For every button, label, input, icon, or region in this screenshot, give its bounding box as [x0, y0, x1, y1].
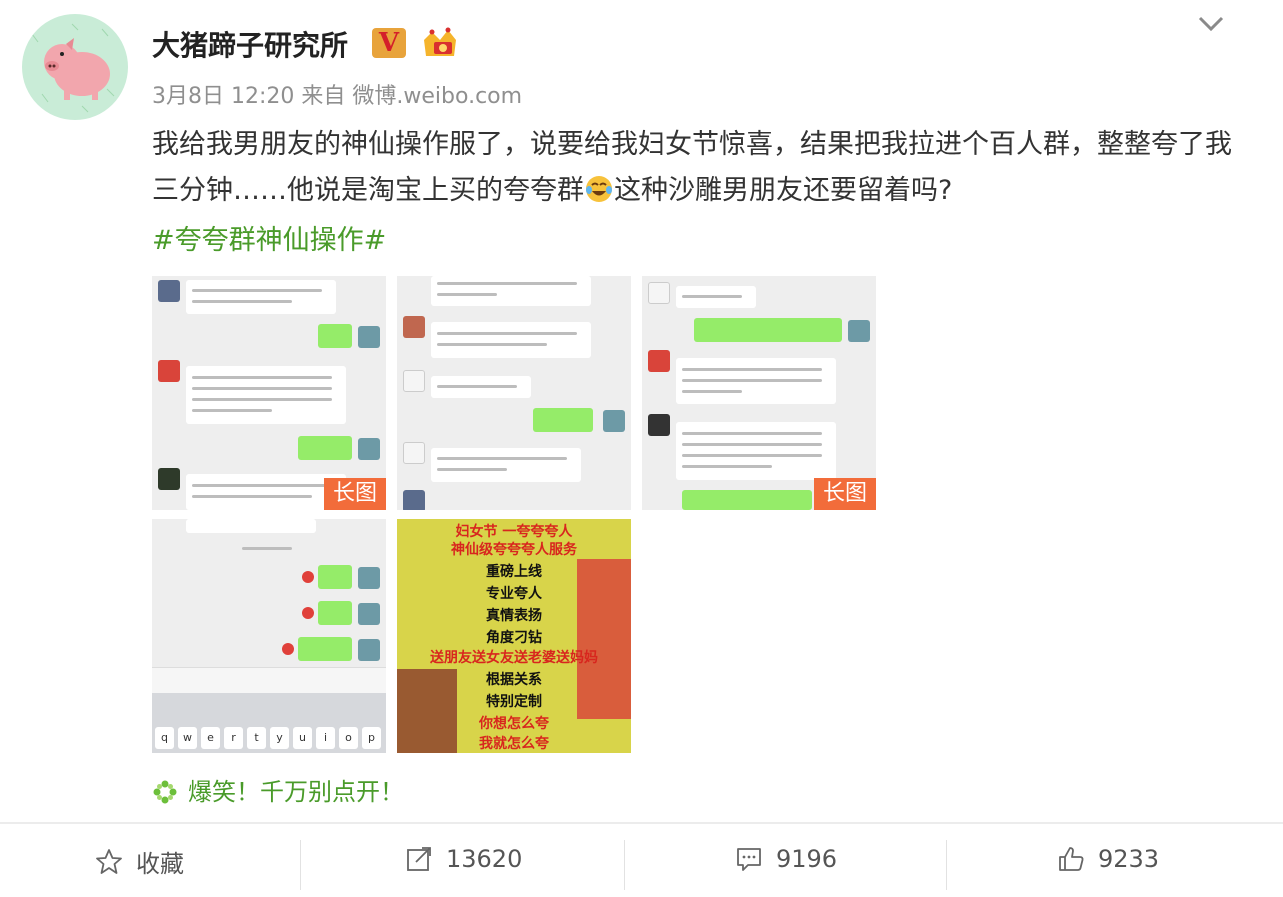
like-count: 9233	[1098, 845, 1160, 873]
action-separator	[946, 840, 947, 890]
repost-button[interactable]: 13620	[404, 844, 522, 874]
chat-bubble	[298, 637, 352, 661]
post-meta: 3月8日 12:20 来自 微博.weibo.com	[152, 78, 522, 110]
chat-bubble	[298, 436, 352, 460]
favorite-label: 收藏	[136, 850, 184, 878]
image-thumbnail-3[interactable]: 长图	[642, 276, 876, 510]
chat-avatar	[648, 414, 670, 436]
star-icon	[96, 848, 122, 874]
chat-bubble	[431, 376, 531, 398]
chat-bubble	[186, 474, 346, 510]
chat-bubble	[694, 318, 842, 342]
footer-note-text: 爆笑！千万别点开！	[188, 778, 404, 806]
footer-note[interactable]: 爆笑！千万别点开！	[152, 772, 404, 807]
chat-bubble	[431, 322, 591, 358]
username[interactable]: 大猪蹄子研究所	[152, 24, 348, 64]
laughing-tears-emoji-icon	[586, 176, 612, 202]
chat-avatar	[158, 468, 180, 490]
chat-bubble	[682, 490, 812, 510]
long-image-badge: 长图	[324, 478, 386, 510]
chat-avatar	[603, 410, 625, 432]
chat-avatar	[358, 567, 380, 589]
chat-avatar	[848, 320, 870, 342]
image-thumbnail-4[interactable]: qw er ty ui op	[152, 519, 386, 753]
chat-bubble	[676, 422, 836, 480]
hashtag-link[interactable]: #夸夸群神仙操作#	[152, 218, 386, 257]
error-dot-icon	[302, 571, 314, 583]
repost-count: 13620	[446, 845, 523, 873]
chat-avatar	[358, 438, 380, 460]
keyboard: qw er ty ui op	[152, 693, 386, 753]
chevron-down-icon[interactable]	[1196, 12, 1226, 36]
image-thumbnail-5[interactable]: 妇女节 一夸夸夸人 神仙级夸夸夸人服务 重磅上线 专业夸人 真情表扬 角度刁钻 …	[397, 519, 631, 753]
chat-avatar	[403, 370, 425, 392]
chat-timestamp	[242, 547, 292, 550]
image-thumbnail-2[interactable]	[397, 276, 631, 510]
chat-avatar	[648, 350, 670, 372]
error-dot-icon	[302, 607, 314, 619]
chat-avatar	[358, 603, 380, 625]
chat-input-bar	[152, 667, 386, 693]
chat-bubble	[186, 280, 336, 314]
chat-bubble	[676, 358, 836, 404]
chat-avatar	[158, 280, 180, 302]
repost-icon	[407, 847, 431, 871]
verified-v-icon: V	[372, 28, 406, 58]
source-prefix: 来自	[301, 84, 346, 109]
chat-avatar	[358, 326, 380, 348]
post-source[interactable]: 微博.weibo.com	[352, 84, 522, 109]
chat-avatar	[403, 316, 425, 338]
comment-icon	[737, 848, 761, 871]
avatar[interactable]	[22, 14, 128, 120]
image-thumbnail-1[interactable]: 长图	[152, 276, 386, 510]
chat-bubble	[186, 519, 316, 533]
like-button[interactable]: 9233	[1056, 844, 1159, 874]
pig-avatar-icon	[31, 23, 115, 113]
crown-badge-icon[interactable]	[420, 26, 460, 60]
comment-button[interactable]: 9196	[734, 844, 837, 874]
chat-bubble	[186, 366, 346, 424]
chat-avatar	[158, 360, 180, 382]
chat-bubble	[431, 276, 591, 306]
thumbs-up-icon	[1059, 847, 1084, 871]
post-timestamp[interactable]: 3月8日 12:20	[152, 84, 294, 109]
chat-avatar	[403, 442, 425, 464]
long-image-badge: 长图	[814, 478, 876, 510]
post-text-part2: 这种沙雕男朋友还要留着吗?	[614, 175, 953, 206]
chat-bubble	[318, 601, 352, 625]
chat-bubble	[533, 408, 593, 432]
chat-bubble	[431, 448, 581, 482]
action-separator	[300, 840, 301, 890]
error-dot-icon	[282, 643, 294, 655]
chat-avatar	[358, 639, 380, 661]
chat-bubble	[676, 286, 756, 308]
chat-bubble	[318, 565, 352, 589]
post-text: 我给我男朋友的神仙操作服了，说要给我妇女节惊喜，结果把我拉进个百人群，整整夸了我…	[152, 122, 1232, 214]
comment-count: 9196	[776, 845, 838, 873]
favorite-button[interactable]: 收藏	[94, 844, 184, 879]
chat-avatar	[648, 282, 670, 304]
chat-bubble	[318, 324, 352, 348]
action-bar: 收藏 13620 9196 9233	[0, 824, 1283, 897]
flower-icon	[153, 780, 177, 804]
chat-avatar	[403, 490, 425, 510]
action-separator	[624, 840, 625, 890]
